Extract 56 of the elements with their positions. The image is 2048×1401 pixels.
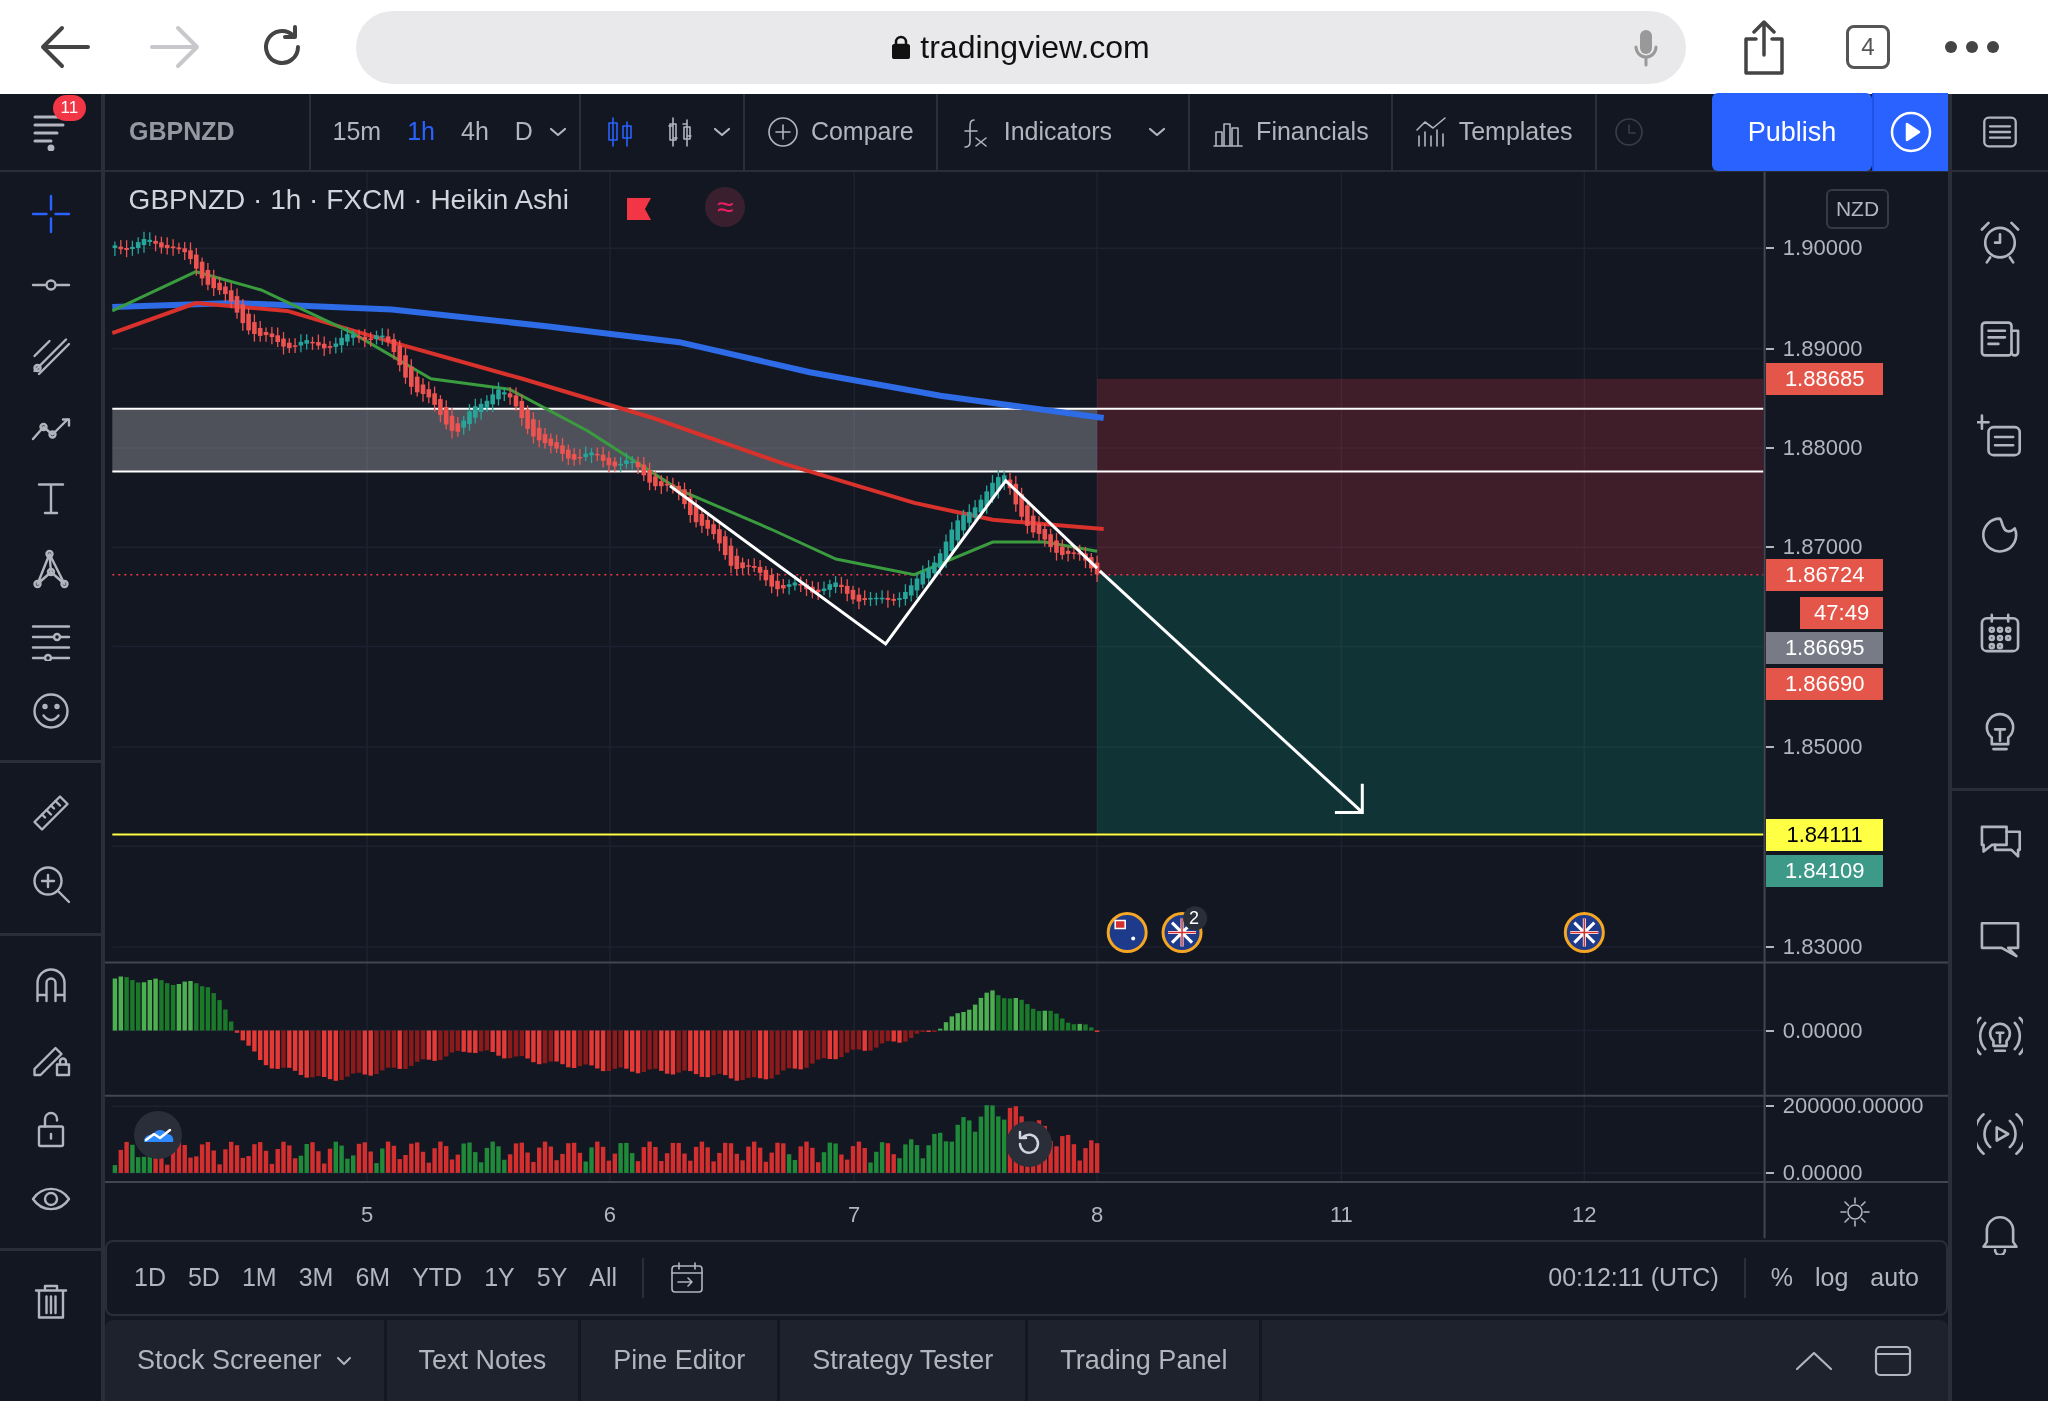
date-range-button[interactable]: 3M [287, 1259, 345, 1297]
price-badge: 1.84109 [1765, 855, 1884, 888]
date-range-button[interactable]: 1Y [473, 1259, 526, 1297]
date-label: 7 [848, 1201, 861, 1230]
price-badge: 1.86690 [1765, 668, 1884, 701]
currency-button[interactable]: NZD [1825, 189, 1890, 229]
templates-button[interactable]: Templates [1404, 113, 1583, 151]
indicators-button[interactable]: Indicators [949, 113, 1177, 151]
notification-count: 11 [52, 94, 87, 121]
price-label: 1.88000 [1782, 434, 1863, 462]
price-label: 0.00000 [1782, 1158, 1863, 1187]
date-label: 8 [1091, 1201, 1104, 1230]
timeframe-tab[interactable]: 1h [397, 109, 445, 155]
date-range-button[interactable]: 6M [344, 1259, 402, 1297]
date-label: 11 [1329, 1201, 1353, 1230]
timeframe-tab[interactable]: D [504, 109, 543, 155]
chart-legend: GBPNZD · 1h · FXCM · Heikin Ashi [128, 186, 569, 215]
date-range-button[interactable]: 5D [176, 1259, 231, 1297]
price-badge: 1.86724 [1765, 558, 1884, 591]
date-label: 12 [1572, 1201, 1597, 1230]
timezone-button[interactable]: 00:12:11 (UTC) [1537, 1259, 1730, 1297]
date-label: 6 [603, 1201, 617, 1230]
price-label: 200000.00000 [1782, 1092, 1924, 1121]
price-label: 1.85000 [1782, 733, 1863, 762]
panel-tab[interactable]: Text Notes [386, 1320, 582, 1401]
price-badge: 1.84111 [1765, 818, 1884, 851]
scale-option-button[interactable]: log [1803, 1259, 1860, 1297]
panel-tab[interactable]: Pine Editor [581, 1320, 781, 1401]
date-label: 5 [360, 1201, 374, 1230]
compare-button[interactable]: Compare [756, 113, 924, 151]
price-badge: 1.86695 [1765, 631, 1884, 664]
date-range-button[interactable]: 1D [123, 1259, 177, 1297]
date-range-button[interactable]: YTD [401, 1259, 474, 1297]
financials-button[interactable]: Financials [1202, 113, 1379, 151]
date-range-button[interactable]: 5Y [525, 1259, 579, 1297]
timeframe-tab[interactable]: 15m [322, 109, 392, 155]
event-count: 2 [1189, 907, 1200, 931]
price-badge: 1.88685 [1765, 362, 1884, 395]
scale-option-button[interactable]: % [1759, 1259, 1804, 1297]
timeframe-tab[interactable]: 4h [451, 109, 499, 155]
countdown-label: 47:49 [1799, 596, 1884, 629]
address-bar[interactable]: tradingview.com [356, 10, 1686, 84]
panel-tab[interactable]: Stock Screener [105, 1320, 387, 1401]
scale-option-button[interactable]: auto [1859, 1259, 1930, 1297]
price-label: 1.90000 [1782, 234, 1863, 263]
price-label: 1.89000 [1782, 334, 1863, 363]
panel-tab[interactable]: Strategy Tester [780, 1320, 1029, 1401]
symbol-search[interactable]: GBPNZD [119, 109, 245, 155]
panel-tab[interactable]: Trading Panel [1028, 1320, 1263, 1401]
price-label: 1.83000 [1782, 932, 1863, 961]
price-label: 0.00000 [1782, 1016, 1863, 1045]
url-text: tradingview.com [920, 28, 1150, 67]
tabs-button[interactable]: 4 [1846, 25, 1890, 69]
date-range-button[interactable]: All [578, 1259, 629, 1297]
date-range-button[interactable]: 1M [230, 1259, 288, 1297]
publish-button[interactable]: Publish [1712, 93, 1872, 171]
